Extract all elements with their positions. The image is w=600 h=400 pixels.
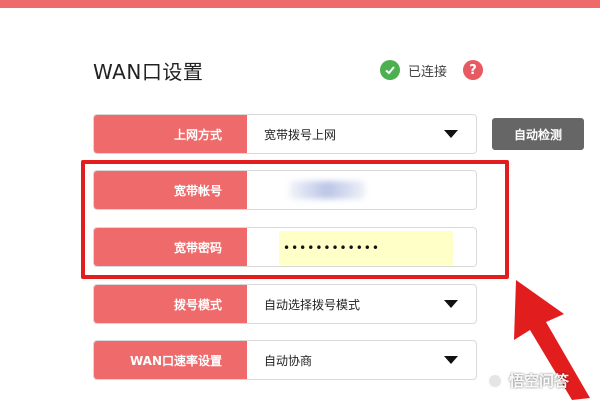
watermark-logo-icon [487,372,503,389]
wan-speed-select[interactable]: 自动协商 [264,341,312,379]
watermark: 悟空问答 [487,370,569,391]
chevron-down-icon[interactable] [444,300,458,308]
dial-mode-select[interactable]: 自动选择拨号模式 [264,285,360,323]
connection-status: 已连接 ? [380,60,484,80]
auto-detect-button[interactable]: 自动检测 [492,118,584,150]
wan-speed-row: WAN口速率设置 自动协商 [93,340,477,380]
dial-mode-label: 拨号模式 [94,285,247,323]
highlight-box [81,160,509,279]
connection-type-row: 上网方式 宽带拨号上网 [93,114,477,154]
watermark-text: 悟空问答 [509,372,570,390]
chevron-down-icon[interactable] [444,356,458,364]
connection-type-select[interactable]: 宽带拨号上网 [264,115,336,153]
page-title: WAN口设置 [93,60,204,84]
chevron-down-icon[interactable] [444,130,458,138]
dial-mode-row: 拨号模式 自动选择拨号模式 [93,284,477,324]
status-text: 已连接 [408,64,448,80]
help-icon[interactable]: ? [463,60,484,80]
connection-type-label: 上网方式 [94,115,247,153]
top-accent-bar [0,0,600,8]
check-icon [380,60,400,80]
wan-speed-label: WAN口速率设置 [94,341,247,379]
